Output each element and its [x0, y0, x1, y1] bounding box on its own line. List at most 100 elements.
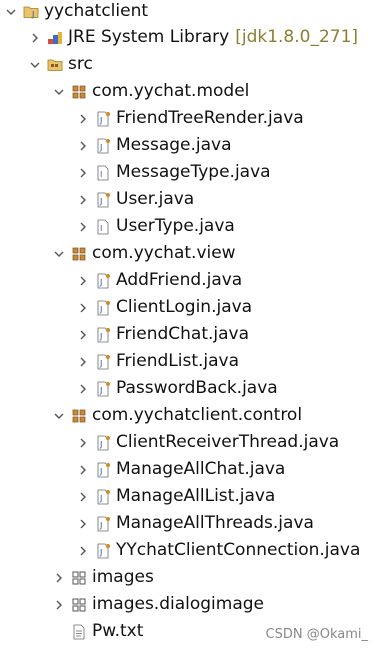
tree-item-label: YYchatClientConnection.java: [116, 540, 361, 560]
tree-item-file[interactable]: J FriendList.java: [76, 348, 239, 375]
chevron-down-icon[interactable]: [4, 0, 18, 25]
tree-item-label: FriendChat.java: [116, 324, 250, 344]
tree-item-file[interactable]: J FriendTreeRender.java: [76, 105, 304, 132]
java-file-icon: J: [95, 192, 111, 208]
svg-text:J: J: [99, 197, 102, 206]
java-file-icon: J: [95, 435, 111, 451]
folder-grid-icon: [71, 570, 87, 586]
tree-item-label: ManageAllThreads.java: [116, 513, 314, 533]
tree-item-label: com.yychatclient.control: [92, 405, 303, 425]
tree-item-label: FriendTreeRender.java: [116, 108, 304, 128]
jre-version-decoration: [jdk1.8.0_271]: [235, 27, 359, 47]
chevron-right-icon[interactable]: [76, 456, 90, 483]
package-icon: [71, 408, 87, 424]
tree-item-project[interactable]: J yychatclient: [4, 0, 148, 25]
tree-item-file[interactable]: J ManageAllChat.java: [76, 456, 285, 483]
tree-item-package[interactable]: com.yychatclient.control: [52, 402, 302, 429]
tree-item-label: JRE System Library: [68, 27, 230, 47]
tree-item-file[interactable]: J AddFriend.java: [76, 267, 242, 294]
svg-text:I: I: [100, 170, 102, 179]
chevron-right-icon[interactable]: [76, 105, 90, 132]
java-file-icon: J: [95, 138, 111, 154]
chevron-down-icon[interactable]: [52, 402, 66, 429]
java-file-icon: J: [95, 111, 111, 127]
tree-item-folder-images[interactable]: images: [52, 564, 154, 591]
folder-grid-icon: [71, 597, 87, 613]
tree-item-file[interactable]: I MessageType.java: [76, 159, 271, 186]
svg-text:J: J: [99, 143, 102, 152]
tree-item-label: images: [92, 567, 154, 587]
chevron-right-icon[interactable]: [76, 213, 90, 240]
svg-text:J: J: [99, 359, 102, 368]
chevron-right-icon[interactable]: [76, 429, 90, 456]
tree-item-label: ClientReceiverThread.java: [116, 432, 340, 452]
chevron-right-icon[interactable]: [76, 294, 90, 321]
tree-item-label: AddFriend.java: [116, 270, 243, 290]
tree-item-label: images.dialogimage: [92, 594, 265, 614]
java-file-icon: J: [95, 300, 111, 316]
tree-item-label: com.yychat.model: [92, 81, 250, 101]
chevron-down-icon[interactable]: [52, 240, 66, 267]
java-interface-file-icon: I: [95, 219, 111, 235]
java-project-icon: J: [23, 4, 39, 20]
svg-text:J: J: [99, 278, 102, 287]
chevron-right-icon[interactable]: [28, 24, 42, 51]
svg-text:J: J: [99, 440, 102, 449]
tree-item-file[interactable]: J ManageAllThreads.java: [76, 510, 314, 537]
tree-item-label: ClientLogin.java: [116, 297, 253, 317]
tree-item-label: MessageType.java: [116, 162, 271, 182]
tree-item-src[interactable]: src: [28, 51, 93, 78]
svg-text:J: J: [99, 332, 102, 341]
tree-item-jre-system-library[interactable]: JRE System Library [jdk1.8.0_271]: [28, 24, 358, 51]
tree-item-label: User.java: [116, 189, 195, 209]
chevron-right-icon[interactable]: [76, 510, 90, 537]
tree-item-file[interactable]: I UserType.java: [76, 213, 235, 240]
chevron-right-icon[interactable]: [76, 483, 90, 510]
chevron-right-icon[interactable]: [76, 537, 90, 564]
text-file-icon: [71, 624, 87, 640]
chevron-down-icon[interactable]: [52, 78, 66, 105]
tree-item-folder-images-dialogimage[interactable]: images.dialogimage: [52, 591, 264, 618]
tree-item-file[interactable]: J PasswordBack.java: [76, 375, 278, 402]
watermark: CSDN @Okami_: [265, 627, 368, 642]
chevron-right-icon[interactable]: [76, 321, 90, 348]
chevron-right-icon[interactable]: [52, 591, 66, 618]
java-file-icon: J: [95, 354, 111, 370]
tree-item-label: ManageAllList.java: [116, 486, 276, 506]
tree-item-file[interactable]: J YYchatClientConnection.java: [76, 537, 360, 564]
chevron-right-icon[interactable]: [76, 186, 90, 213]
java-file-icon: J: [95, 516, 111, 532]
chevron-right-icon[interactable]: [76, 159, 90, 186]
svg-text:J: J: [99, 521, 102, 530]
java-file-icon: J: [95, 381, 111, 397]
svg-text:J: J: [99, 116, 102, 125]
tree-item-file-pw-txt[interactable]: Pw.txt: [71, 618, 143, 645]
chevron-right-icon[interactable]: [76, 348, 90, 375]
tree-item-file[interactable]: J ManageAllList.java: [76, 483, 275, 510]
java-file-icon: J: [95, 543, 111, 559]
tree-item-label: yychatclient: [44, 1, 149, 21]
source-folder-icon: [47, 57, 63, 73]
tree-item-label: src: [68, 54, 93, 74]
svg-text:J: J: [31, 10, 34, 19]
java-file-icon: J: [95, 462, 111, 478]
svg-text:J: J: [99, 467, 102, 476]
tree-item-file[interactable]: J FriendChat.java: [76, 321, 249, 348]
package-icon: [71, 84, 87, 100]
chevron-right-icon[interactable]: [76, 267, 90, 294]
chevron-right-icon[interactable]: [76, 132, 90, 159]
chevron-right-icon[interactable]: [52, 564, 66, 591]
chevron-down-icon[interactable]: [28, 51, 42, 78]
svg-text:J: J: [99, 386, 102, 395]
tree-item-package[interactable]: com.yychat.model: [52, 78, 249, 105]
tree-item-label: Message.java: [116, 135, 232, 155]
tree-item-file[interactable]: J ClientLogin.java: [76, 294, 252, 321]
tree-item-file[interactable]: J User.java: [76, 186, 194, 213]
svg-text:J: J: [99, 494, 102, 503]
chevron-right-icon[interactable]: [76, 375, 90, 402]
tree-item-file[interactable]: J Message.java: [76, 132, 232, 159]
tree-item-file[interactable]: J ClientReceiverThread.java: [76, 429, 339, 456]
tree-item-label: FriendList.java: [116, 351, 240, 371]
tree-item-package[interactable]: com.yychat.view: [52, 240, 236, 267]
svg-text:J: J: [99, 548, 102, 557]
